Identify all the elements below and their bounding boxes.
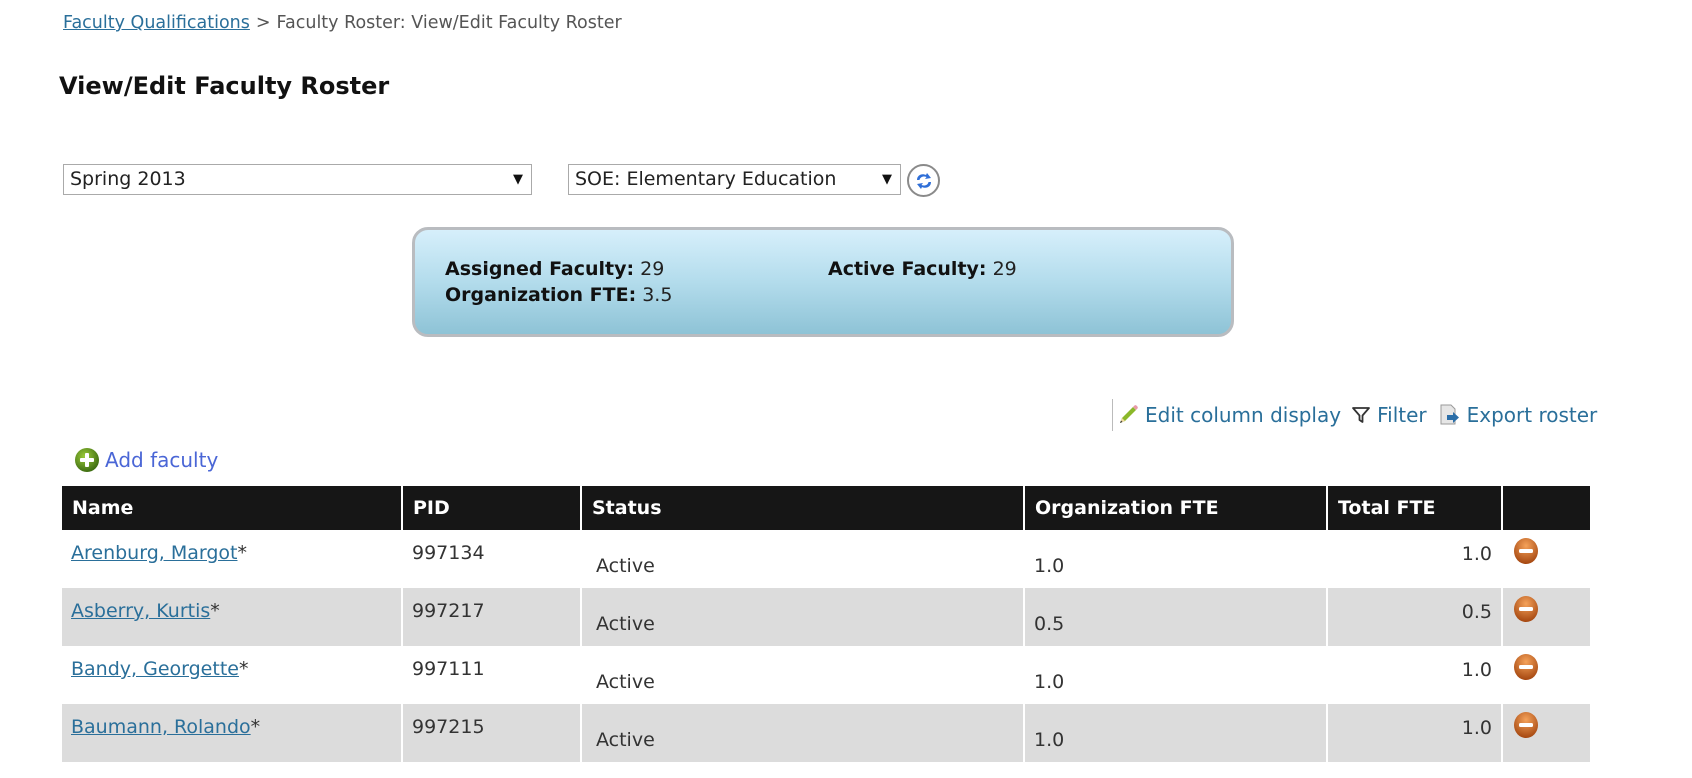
term-select-value: Spring 2013 — [70, 168, 186, 190]
page-title: View/Edit Faculty Roster — [59, 72, 390, 100]
organization-select[interactable]: SOE: Elementary Education ▼ — [568, 164, 901, 195]
total-fte-cell: 1.0 — [1327, 704, 1503, 762]
add-icon — [75, 448, 99, 472]
pid-cell: 997215 — [402, 704, 582, 762]
stat-active-faculty: Active Faculty: 29 — [828, 258, 1017, 280]
organization-fte-cell: 1.0 — [1024, 646, 1328, 704]
remove-faculty-button[interactable] — [1513, 537, 1539, 570]
add-faculty-button[interactable]: Add faculty — [74, 447, 218, 473]
stat-organization-fte-label: Organization FTE: — [445, 284, 637, 306]
status-cell: Active — [581, 530, 1025, 588]
export-icon — [1440, 404, 1459, 425]
organization-select-value: SOE: Elementary Education — [575, 168, 837, 190]
status-cell: Active — [581, 588, 1025, 646]
chevron-down-icon: ▼ — [513, 172, 523, 187]
remove-faculty-button[interactable] — [1513, 711, 1539, 744]
table-row: Arenburg, Margot* 997134 Active 1.0 1.0 — [62, 530, 1590, 588]
name-cell: Asberry, Kurtis* — [62, 588, 403, 646]
remove-icon — [1514, 538, 1538, 564]
column-header-status[interactable]: Status — [581, 486, 1025, 530]
pid-cell: 997111 — [402, 646, 582, 704]
pid-cell: 997217 — [402, 588, 582, 646]
table-row: Asberry, Kurtis* 997217 Active 0.5 0.5 — [62, 588, 1590, 646]
column-header-total-fte[interactable]: Total FTE — [1327, 486, 1503, 530]
roster-toolbar: Edit column display Filter Export roster — [1112, 399, 1607, 431]
add-faculty-label: Add faculty — [105, 448, 219, 472]
name-cell: Bandy, Georgette* — [62, 646, 403, 704]
name-cell: Baumann, Rolando* — [62, 704, 403, 762]
total-fte-cell: 1.0 — [1327, 646, 1503, 704]
organization-fte-cell: 1.0 — [1024, 530, 1328, 588]
organization-fte-cell: 0.5 — [1024, 588, 1328, 646]
pencil-icon — [1120, 405, 1138, 423]
table-header-row: Name PID Status Organization FTE Total F… — [62, 486, 1590, 530]
column-header-organization-fte[interactable]: Organization FTE — [1024, 486, 1328, 530]
filter-label: Filter — [1377, 403, 1427, 427]
stat-active-faculty-label: Active Faculty: — [828, 258, 987, 280]
refresh-icon — [916, 172, 931, 189]
faculty-marker: * — [250, 716, 261, 738]
column-header-name[interactable]: Name — [62, 486, 403, 530]
total-fte-cell: 0.5 — [1327, 588, 1503, 646]
action-cell — [1502, 646, 1590, 704]
table-row: Baumann, Rolando* 997215 Active 1.0 1.0 — [62, 704, 1590, 762]
stat-organization-fte: Organization FTE: 3.5 — [445, 284, 672, 306]
status-cell: Active — [581, 646, 1025, 704]
faculty-roster-table: Name PID Status Organization FTE Total F… — [62, 486, 1590, 762]
filter-icon — [1352, 407, 1370, 423]
faculty-marker: * — [210, 600, 220, 622]
column-header-pid[interactable]: PID — [402, 486, 582, 530]
stat-active-faculty-value: 29 — [992, 258, 1017, 280]
term-select[interactable]: Spring 2013 ▼ — [63, 164, 532, 195]
breadcrumb-separator: > — [255, 13, 271, 33]
faculty-name-link[interactable]: Baumann, Rolando — [71, 716, 251, 738]
remove-icon — [1514, 654, 1538, 680]
total-fte-cell: 1.0 — [1327, 530, 1503, 588]
remove-icon — [1514, 596, 1538, 622]
action-cell — [1502, 530, 1590, 588]
export-roster-label: Export roster — [1466, 403, 1598, 427]
breadcrumb-current: Faculty Roster: View/Edit Faculty Roster — [276, 13, 622, 33]
remove-icon — [1514, 712, 1538, 738]
stat-assigned-faculty-label: Assigned Faculty: — [445, 258, 635, 280]
edit-column-display-button[interactable]: Edit column display — [1117, 403, 1341, 427]
stat-assigned-faculty: Assigned Faculty: 29 — [445, 258, 664, 280]
action-cell — [1502, 588, 1590, 646]
edit-column-display-label: Edit column display — [1145, 403, 1342, 427]
pid-cell: 997134 — [402, 530, 582, 588]
stats-summary-box: Assigned Faculty: 29 Organization FTE: 3… — [412, 227, 1234, 337]
stat-organization-fte-value: 3.5 — [642, 284, 673, 306]
faculty-marker: * — [238, 658, 249, 680]
export-roster-button[interactable]: Export roster — [1437, 403, 1598, 427]
breadcrumb-link-faculty-qualifications[interactable]: Faculty Qualifications — [63, 13, 250, 33]
action-cell — [1502, 704, 1590, 762]
faculty-name-link[interactable]: Asberry, Kurtis — [71, 600, 210, 622]
filter-button[interactable]: Filter — [1351, 403, 1427, 427]
faculty-marker: * — [237, 542, 248, 564]
chevron-down-icon: ▼ — [882, 172, 892, 187]
name-cell: Arenburg, Margot* — [62, 530, 403, 588]
remove-faculty-button[interactable] — [1513, 595, 1539, 628]
status-cell: Active — [581, 704, 1025, 762]
refresh-button[interactable] — [907, 164, 940, 197]
faculty-name-link[interactable]: Bandy, Georgette — [71, 658, 239, 680]
table-row: Bandy, Georgette* 997111 Active 1.0 1.0 — [62, 646, 1590, 704]
remove-faculty-button[interactable] — [1513, 653, 1539, 686]
stat-assigned-faculty-value: 29 — [640, 258, 665, 280]
breadcrumb: Faculty Qualifications > Faculty Roster: V… — [63, 13, 622, 33]
faculty-name-link[interactable]: Arenburg, Margot — [71, 542, 238, 564]
column-header-actions — [1502, 486, 1590, 530]
organization-fte-cell: 1.0 — [1024, 704, 1328, 762]
